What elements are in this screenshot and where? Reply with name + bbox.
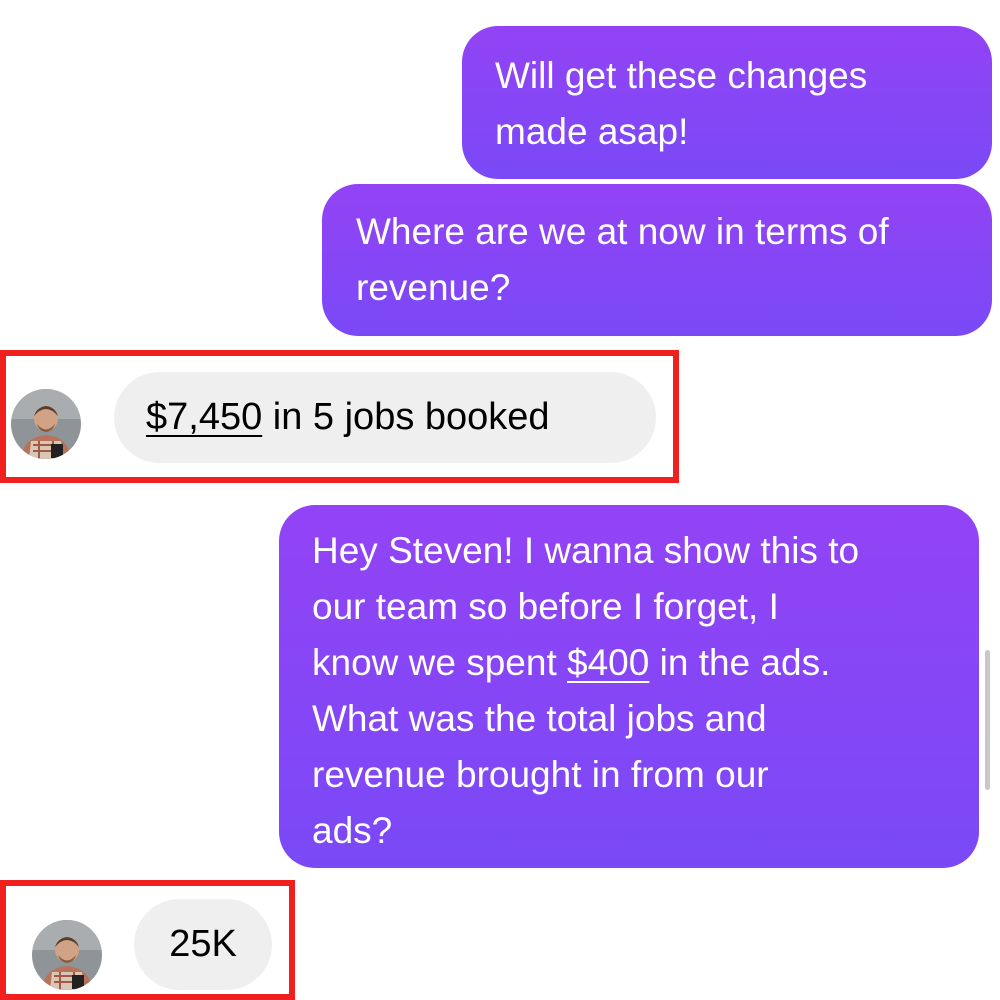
message-line: know we spent $400 in the ads. (312, 635, 955, 691)
outgoing-message-bubble[interactable]: Where are we at now in terms of revenue? (322, 184, 992, 336)
scrollbar[interactable] (985, 650, 990, 790)
message-text: in 5 jobs booked (262, 396, 550, 438)
person-avatar-icon (11, 389, 81, 459)
message-line: revenue brought in from our (312, 754, 769, 795)
incoming-message-bubble[interactable]: $7,450 in 5 jobs booked (114, 372, 656, 463)
message-text: know we spent (312, 642, 568, 683)
outgoing-message-bubble[interactable]: Will get these changes made asap! (462, 26, 992, 179)
message-line: What was the total jobs and (312, 698, 767, 739)
message-text: 25K (169, 923, 237, 965)
person-avatar-icon (32, 920, 102, 990)
message-text: in the ads. (649, 642, 831, 683)
message-line: Hey Steven! I wanna show this to (312, 530, 860, 571)
amount-link[interactable]: $400 (567, 642, 649, 683)
message-text: Will get these changes made asap! (495, 55, 868, 152)
sender-avatar[interactable] (32, 920, 102, 990)
amount-link[interactable]: $7,450 (146, 396, 262, 439)
sender-avatar[interactable] (11, 389, 81, 459)
message-line: ads? (312, 810, 393, 851)
message-text: Where are we at now in terms of revenue? (356, 211, 889, 308)
message-line: our team so before I forget, I (312, 586, 779, 627)
incoming-message-bubble[interactable]: 25K (134, 899, 272, 990)
outgoing-message-bubble[interactable]: Hey Steven! I wanna show this to our tea… (279, 505, 979, 868)
